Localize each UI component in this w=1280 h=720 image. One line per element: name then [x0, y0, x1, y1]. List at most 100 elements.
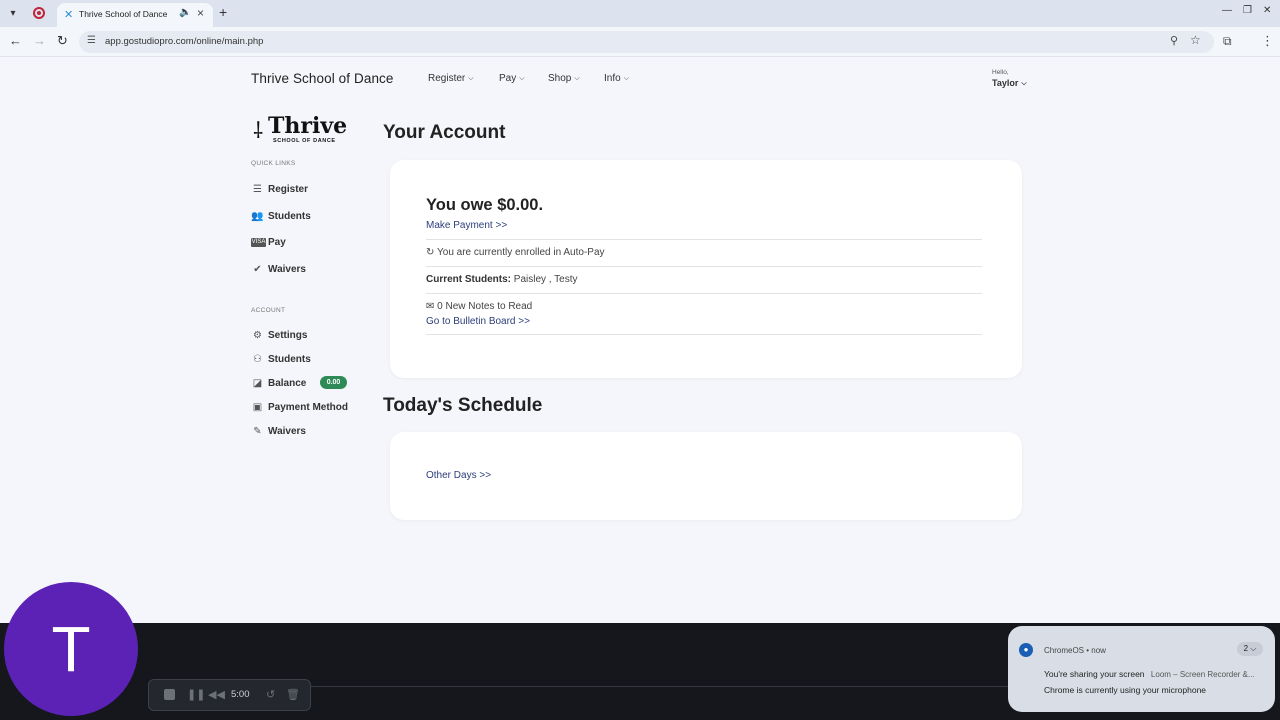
schedule-title: Today's Schedule	[383, 395, 543, 416]
sidebar-item-label: Payment Method	[268, 401, 349, 413]
back-arrow-icon[interactable]: ←	[9, 34, 22, 48]
notification-source: ChromeOS • now	[1044, 646, 1106, 655]
bulletin-board-link[interactable]: Go to Bulletin Board >>	[426, 316, 530, 327]
sidebar-item-label: Students	[268, 210, 311, 222]
chevron-down-icon: ⌵	[468, 75, 474, 82]
sidebar-item-payment-method[interactable]: ▣ Payment Method	[251, 399, 348, 415]
nav-shop-label: Shop	[548, 73, 572, 84]
nav-pay[interactable]: Pay ⌵	[499, 73, 525, 84]
notification-count[interactable]: 2 ⌵	[1237, 642, 1263, 656]
sidebar-item-label: Settings	[268, 329, 308, 341]
stop-icon[interactable]	[164, 689, 175, 700]
user-icon: ⚇	[253, 353, 262, 365]
zoom-icon[interactable]: ⚲	[1170, 34, 1178, 47]
amount-owed: You owe $0.00.	[426, 196, 544, 214]
sidebar-item-label: Balance	[268, 377, 307, 389]
sidebar-item-waivers[interactable]: ✔ Waivers	[251, 261, 306, 277]
notification-time: now	[1091, 646, 1106, 655]
chromeos-icon: ●	[1019, 643, 1033, 657]
forward-arrow-icon[interactable]: →	[33, 34, 46, 48]
active-tab[interactable]: ✕ Thrive School of Dance 🔈 ×	[57, 3, 213, 27]
recording-icon	[33, 7, 45, 19]
nav-pay-label: Pay	[499, 73, 517, 84]
sidebar-item-pay[interactable]: VISA Pay	[251, 234, 286, 250]
nav-shop[interactable]: Shop ⌵	[548, 73, 580, 84]
chevron-down-icon: ⌵	[519, 75, 525, 82]
extensions-puzzle-icon[interactable]: ⧉	[1223, 34, 1232, 49]
user-name: Taylor	[992, 78, 1019, 88]
recorder-camera-avatar[interactable]: T	[4, 582, 138, 716]
sidebar-item-label: Waivers	[268, 425, 306, 437]
sidebar-item-students[interactable]: 👥 Students	[251, 208, 311, 224]
favicon-icon: ✕	[64, 9, 74, 21]
tab-search-chevron-icon[interactable]: ▾	[4, 5, 22, 23]
restore-icon[interactable]: ❐	[1243, 5, 1252, 16]
trash-icon[interactable]: 🗑	[286, 688, 300, 701]
new-tab-plus-icon[interactable]: +	[219, 4, 227, 20]
tab-title: Thrive School of Dance	[79, 9, 168, 19]
school-name[interactable]: Thrive School of Dance	[251, 71, 394, 86]
browser-tab-strip: ▾ ✕ Thrive School of Dance 🔈 × + — ❐ ✕	[0, 0, 1280, 27]
notification-app-name: Loom – Screen Recorder &...	[1150, 670, 1255, 679]
nav-info-label: Info	[604, 73, 621, 84]
logo-subtitle: SCHOOL OF DANCE	[273, 138, 336, 144]
account-card	[390, 160, 1022, 378]
chevron-down-icon: ⌵	[574, 75, 580, 82]
close-window-icon[interactable]: ✕	[1263, 5, 1271, 16]
nav-info[interactable]: Info ⌵	[604, 73, 629, 84]
address-bar[interactable]: ☰ app.gostudiopro.com/online/main.php ⚲ …	[79, 31, 1214, 53]
url-text[interactable]: app.gostudiopro.com/online/main.php	[105, 36, 263, 47]
page-title: Your Account	[383, 122, 506, 143]
sidebar-item-register[interactable]: ☰ Register	[251, 181, 308, 197]
sidebar-item-balance[interactable]: ◪ Balance	[251, 375, 307, 391]
divider	[426, 293, 982, 294]
user-menu[interactable]: Taylor ⌵	[992, 78, 1027, 89]
account-heading: ACCOUNT	[251, 307, 286, 314]
sidebar-item-account-waivers[interactable]: ✎ Waivers	[251, 423, 306, 439]
reload-icon[interactable]: ↻	[57, 34, 68, 48]
quick-links-heading: QUICK LINKS	[251, 160, 296, 167]
site-info-icon[interactable]: ☰	[87, 35, 96, 46]
autopay-status: ↻ You are currently enrolled in Auto-Pay	[426, 247, 605, 258]
bookmark-star-icon[interactable]: ☆	[1190, 33, 1201, 47]
new-notes: ✉ 0 New Notes to Read	[426, 301, 532, 312]
minimize-icon[interactable]: —	[1222, 5, 1232, 16]
divider	[426, 334, 982, 335]
list-icon: ☰	[253, 183, 262, 195]
notification-source-name: ChromeOS	[1044, 646, 1085, 655]
speaker-icon[interactable]: 🔈	[179, 7, 191, 18]
sidebar-item-account-students[interactable]: ⚇ Students	[251, 351, 311, 367]
notification-title-text: You're sharing your screen	[1044, 669, 1145, 679]
dancer-logo-icon: ⸸	[253, 119, 264, 144]
users-icon: 👥	[251, 210, 264, 222]
system-notification[interactable]: ● ChromeOS • now 2 ⌵ You're sharing your…	[1008, 626, 1275, 712]
sidebar-item-label: Waivers	[268, 263, 306, 275]
close-tab-icon[interactable]: ×	[197, 6, 204, 20]
pause-icon[interactable]: ❚❚	[187, 688, 205, 701]
restart-icon[interactable]: ↺	[266, 688, 275, 701]
other-days-link[interactable]: Other Days >>	[426, 470, 491, 481]
check-icon: ✔	[253, 263, 262, 275]
current-students-value: Paisley , Testy	[513, 274, 578, 285]
envelope-icon: ✉	[426, 301, 435, 312]
autopay-text: You are currently enrolled in Auto-Pay	[437, 247, 605, 258]
nav-register[interactable]: Register ⌵	[428, 73, 474, 84]
gear-icon: ⚙	[253, 329, 262, 341]
shelf-divider	[310, 686, 1010, 687]
sidebar-item-settings[interactable]: ⚙ Settings	[251, 327, 307, 343]
current-students-label: Current Students:	[426, 274, 511, 285]
current-students: Current Students: Paisley , Testy	[426, 274, 578, 285]
recorder-controls: ❚❚ ◀◀ 5:00 ↺ 🗑	[148, 679, 311, 711]
school-logo[interactable]: ⸸ Thrive SCHOOL OF DANCE	[251, 113, 348, 147]
chevron-down-icon: ⌵	[1250, 644, 1257, 653]
visa-card-icon: VISA	[251, 237, 266, 247]
notification-count-value: 2	[1243, 644, 1249, 653]
menu-kebab-icon[interactable]: ⋮	[1261, 33, 1274, 49]
logo-word: Thrive	[268, 113, 348, 139]
nav-register-label: Register	[428, 73, 466, 84]
make-payment-link[interactable]: Make Payment >>	[426, 220, 507, 231]
greeting: Hello,	[992, 69, 1009, 76]
divider	[426, 266, 982, 267]
chevron-down-icon: ⌵	[1021, 80, 1027, 87]
rewind-icon[interactable]: ◀◀	[208, 688, 225, 701]
